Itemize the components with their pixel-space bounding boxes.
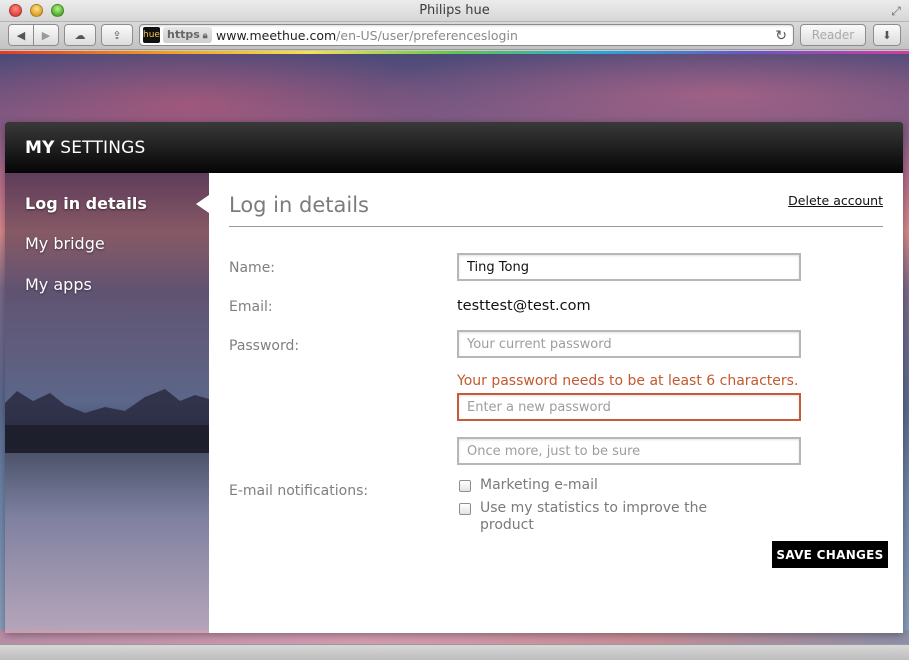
confirm-password-field[interactable] [457,437,801,465]
statistics-checkbox[interactable] [459,503,471,515]
marketing-email-label[interactable]: Marketing e-mail [480,477,598,494]
https-label: https [167,28,200,41]
share-icon: ⇪ [112,29,122,42]
window-titlebar: Philips hue ⤢ [0,0,909,22]
site-favicon: hue [143,27,160,43]
mountain-silhouette [5,389,209,453]
browser-statusbar [0,644,909,660]
settings-panel: MY SETTINGS Log in details My bridge My … [5,122,903,633]
name-label: Name: [229,260,276,276]
settings-header: MY SETTINGS [5,122,903,173]
back-button[interactable]: ◀ [8,24,34,46]
url-path: /en-US/user/preferenceslogin [336,28,518,43]
sidebar-item-my-apps[interactable]: My apps [25,275,92,294]
url-domain: www.meethue.com [216,28,337,43]
settings-title-light: SETTINGS [54,138,146,158]
email-label: Email: [229,299,273,315]
forward-button[interactable]: ▶ [33,24,59,46]
reader-button[interactable]: Reader [800,24,866,46]
marketing-email-option[interactable]: Marketing e-mail [459,477,598,494]
settings-sidebar: Log in details My bridge My apps [5,173,209,633]
icloud-tabs-button[interactable]: ☁ [64,24,96,46]
address-bar[interactable]: hue https 🔒︎ www.meethue.com/en-US/user/p… [139,24,794,46]
email-value: testtest@test.com [457,298,591,314]
back-arrow-icon: ◀ [16,29,26,42]
name-field[interactable] [457,253,801,281]
statistics-option[interactable]: Use my statistics to improve the product [459,500,709,534]
email-notifications-label: E-mail notifications: [229,483,369,499]
settings-title-bold: MY [25,138,55,158]
sidebar-item-my-bridge[interactable]: My bridge [25,234,105,253]
sidebar-item-login-details[interactable]: Log in details [25,194,147,213]
new-password-field[interactable] [457,393,801,421]
title-divider [229,226,883,227]
reload-icon[interactable]: ↻ [775,27,787,44]
url-text: www.meethue.com/en-US/user/preferenceslo… [216,28,518,43]
password-label: Password: [229,338,300,354]
download-icon: ⬇ [882,29,892,42]
share-button[interactable]: ⇪ [101,24,133,46]
browser-toolbar: ◀ ▶ ☁ ⇪ hue https 🔒︎ www.meethue.com/en-U… [0,22,909,50]
password-error-message: Your password needs to be at least 6 cha… [457,373,799,389]
delete-account-link[interactable]: Delete account [788,193,883,208]
marketing-email-checkbox[interactable] [459,480,471,492]
save-changes-button[interactable]: SAVE CHANGES [772,541,888,568]
forward-arrow-icon: ▶ [41,29,51,42]
downloads-button[interactable]: ⬇ [873,24,901,46]
window-title: Philips hue [419,3,490,18]
https-badge: https 🔒︎ [163,27,212,43]
page-title: Log in details [229,193,369,217]
settings-content: Log in details Delete account Name: Emai… [209,173,903,633]
active-nav-pointer [196,195,209,213]
fullscreen-icon[interactable]: ⤢ [889,4,903,18]
statistics-label[interactable]: Use my statistics to improve the product [480,500,709,534]
lock-icon: 🔒︎ [202,31,208,41]
settings-title: MY SETTINGS [25,138,146,158]
cloud-icon: ☁ [74,29,86,42]
current-password-field[interactable] [457,330,801,358]
